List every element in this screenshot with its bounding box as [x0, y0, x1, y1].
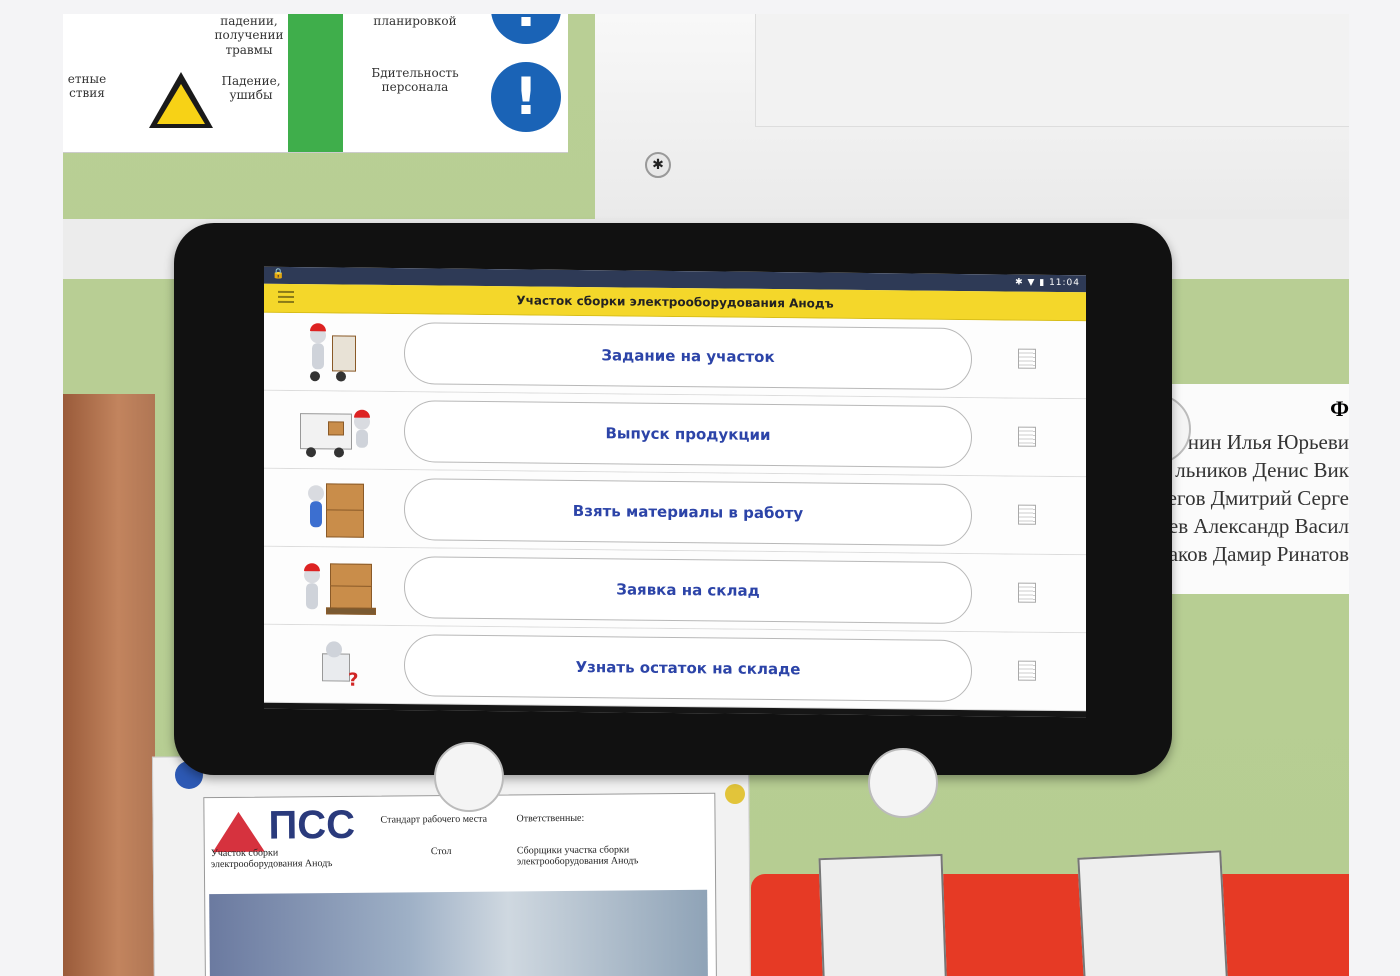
- pss-logo-icon: [212, 811, 265, 853]
- status-time: 11:04: [1049, 277, 1080, 289]
- name-line: таков Дамир Ринатов: [1159, 542, 1349, 566]
- check-stock-button[interactable]: Узнать остаток на складе: [404, 634, 972, 703]
- list-item: Задание на участок: [264, 312, 1086, 400]
- exclamation-icon: !: [491, 14, 561, 44]
- name-line: нин Илья Юрьеви: [1187, 430, 1349, 454]
- gift-question-icon: ?: [300, 633, 372, 696]
- workplace-photo: [209, 889, 709, 976]
- hamburger-menu-icon[interactable]: [278, 290, 294, 304]
- name-line: льников Денис Вик: [1175, 458, 1349, 482]
- table-label: Стол: [430, 845, 452, 858]
- worker-with-pallet-icon: [300, 555, 376, 618]
- name-line: егов Дмитрий Серге: [1167, 486, 1349, 510]
- status-icons: ✱ ▼ ▮ 11:04: [1015, 277, 1080, 289]
- list-item: Заявка на склад: [264, 546, 1086, 634]
- card-holder-panel: [751, 850, 1349, 976]
- poster-cell: етные ствия: [67, 72, 107, 101]
- pushpin-icon: [725, 784, 745, 804]
- screw-icon: ✱: [645, 152, 671, 178]
- tablet-screen: 🔒 ✱ ▼ ▮ 11:04 Участок сборки электрообор…: [264, 266, 1086, 718]
- wooden-frame: [63, 394, 155, 976]
- responsible-label: Ответственные:: [516, 812, 585, 825]
- card-stack: [1077, 850, 1229, 976]
- warning-triangle-fill: [157, 84, 205, 124]
- tablet-clip-bottom: [868, 748, 938, 818]
- poster-cell: планировкой: [373, 14, 457, 28]
- exclamation-icon: !: [491, 62, 561, 132]
- names-heading: Ф: [1330, 396, 1349, 421]
- poster-cell: падении, получении травмы: [214, 14, 284, 57]
- document-icon[interactable]: [1018, 582, 1036, 603]
- document-icon[interactable]: [1018, 426, 1036, 447]
- card-stack: [818, 853, 948, 976]
- safety-poster: падении, получении травмы Падение, ушибы…: [63, 14, 568, 153]
- warehouse-request-button[interactable]: Заявка на склад: [404, 556, 972, 625]
- worker-with-boxes-icon: [300, 477, 372, 540]
- list-item: ? Узнать остаток на складе: [264, 624, 1086, 712]
- poster-cell: Бдительность персонала: [371, 66, 459, 95]
- product-output-button[interactable]: Выпуск продукции: [404, 400, 972, 469]
- name-line: нев Александр Васил: [1157, 514, 1349, 538]
- pss-logo-text: ПСС: [268, 802, 356, 848]
- document-icon[interactable]: [1018, 348, 1036, 369]
- standard-title: Стандарт рабочего места: [380, 813, 488, 826]
- poster-cell: Падение, ушибы: [221, 74, 281, 103]
- poster-green-column: [288, 14, 343, 152]
- area-label: Участок сборки электрооборудования Анодъ: [210, 847, 333, 871]
- worker-with-cart-icon: [300, 321, 372, 384]
- lock-icon: 🔒: [272, 268, 285, 280]
- list-item: Взять материалы в работу: [264, 468, 1086, 556]
- delivery-truck-icon: [300, 399, 372, 462]
- list-item: Выпуск продукции: [264, 390, 1086, 478]
- standard-sheet-content: ПСС Стандарт рабочего места Ответственны…: [203, 792, 718, 976]
- task-for-area-button[interactable]: Задание на участок: [404, 322, 972, 391]
- tablet-clip-bottom: [434, 742, 504, 812]
- assemblers-label: Сборщики участка сборки электрооборудова…: [516, 844, 639, 868]
- document-icon[interactable]: [1018, 660, 1036, 681]
- take-materials-button[interactable]: Взять материалы в работу: [404, 478, 972, 547]
- document-icon[interactable]: [1018, 504, 1036, 525]
- whiteboard-grid: [755, 14, 1349, 127]
- whiteboard: [595, 14, 1349, 219]
